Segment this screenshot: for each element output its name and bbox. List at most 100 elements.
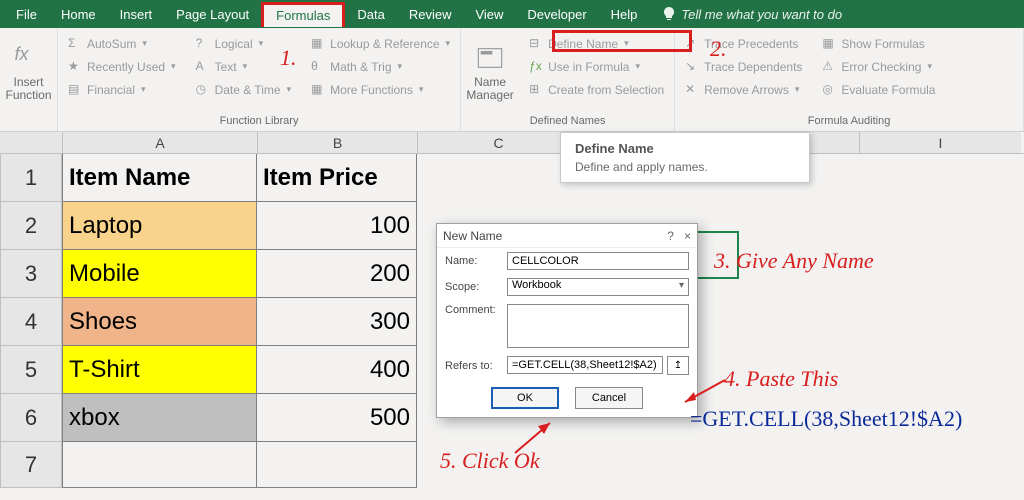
defined-names-label: Defined Names <box>461 113 674 131</box>
cell-B5[interactable]: 400 <box>257 346 417 394</box>
function-library-label: Function Library <box>58 113 460 131</box>
cell-A1[interactable]: Item Name <box>62 154 257 202</box>
define-name-button[interactable]: ⊟Define Name▾ <box>525 34 668 53</box>
cell-B7[interactable] <box>257 442 417 488</box>
cell-A7[interactable] <box>62 442 257 488</box>
col-I[interactable]: I <box>859 132 1021 153</box>
menu-help[interactable]: Help <box>599 3 650 26</box>
use-in-formula-button[interactable]: ƒxUse in Formula▾ <box>525 57 668 76</box>
autosum-button[interactable]: ΣAutoSum▾ <box>64 34 180 53</box>
dialog-title: New Name <box>443 229 502 243</box>
column-headers: A B C E I <box>0 132 1024 154</box>
col-A[interactable]: A <box>62 132 257 153</box>
row-header-7[interactable]: 7 <box>0 442 62 488</box>
lookup-icon: ▦ <box>311 36 326 51</box>
show-icon: ▦ <box>822 36 837 51</box>
create-selection-button[interactable]: ⊞Create from Selection <box>525 80 668 99</box>
menu-file[interactable]: File <box>4 3 49 26</box>
more-functions-button[interactable]: ▦More Functions▾ <box>307 80 454 99</box>
anno-4: 4. Paste This <box>724 366 838 392</box>
recently-used-button[interactable]: ★Recently Used▾ <box>64 57 180 76</box>
formula-icon: ƒx <box>529 59 544 74</box>
money-icon: ▤ <box>68 82 83 97</box>
ribbon: fx Insert Function ΣAutoSum▾ ★Recently U… <box>0 28 1024 132</box>
menu-data[interactable]: Data <box>345 3 396 26</box>
fx-icon: fx <box>15 44 43 72</box>
menu-developer[interactable]: Developer <box>515 3 598 26</box>
anno-5: 5. Click Ok <box>440 448 540 474</box>
text-icon: A <box>196 59 211 74</box>
trace-dependents-button[interactable]: ↘Trace Dependents <box>681 57 806 76</box>
cell-B4[interactable]: 300 <box>257 298 417 346</box>
row-header-3[interactable]: 3 <box>0 250 62 298</box>
row-header-5[interactable]: 5 <box>0 346 62 394</box>
menu-formulas[interactable]: Formulas <box>261 2 345 27</box>
new-name-dialog: New Name ? × Name: Scope: Workbook Comme… <box>436 223 698 418</box>
row-header-1[interactable]: 1 <box>0 154 62 202</box>
more-icon: ▦ <box>311 82 326 97</box>
cell-B3[interactable]: 200 <box>257 250 417 298</box>
math-button[interactable]: θMath & Trig▾ <box>307 57 454 76</box>
cancel-button[interactable]: Cancel <box>575 387 643 409</box>
scope-select[interactable]: Workbook <box>507 278 689 296</box>
col-C[interactable]: C <box>417 132 579 153</box>
dialog-close-button[interactable]: × <box>684 229 691 243</box>
row-header-4[interactable]: 4 <box>0 298 62 346</box>
name-label: Name: <box>445 255 501 267</box>
tooltip-desc: Define and apply names. <box>575 160 795 174</box>
anno-1: 1. <box>280 45 297 71</box>
create-icon: ⊞ <box>529 82 544 97</box>
menu-home[interactable]: Home <box>49 3 108 26</box>
col-B[interactable]: B <box>257 132 417 153</box>
show-formulas-button[interactable]: ▦Show Formulas <box>818 34 939 53</box>
anno-2: 2. <box>710 36 727 62</box>
tag-icon: ⊟ <box>529 36 544 51</box>
refersto-input[interactable] <box>507 356 663 374</box>
define-name-tooltip: Define Name Define and apply names. <box>560 132 810 183</box>
name-input[interactable] <box>507 252 689 270</box>
recent-icon: ★ <box>68 59 83 74</box>
math-icon: θ <box>311 59 326 74</box>
cell-A3[interactable]: Mobile <box>62 250 257 298</box>
bulb-icon <box>661 6 677 22</box>
logical-icon: ? <box>196 36 211 51</box>
formula-auditing-label: Formula Auditing <box>675 113 1023 131</box>
remove-arrows-button[interactable]: ✕Remove Arrows▾ <box>681 80 806 99</box>
cell-A6[interactable]: xbox <box>62 394 257 442</box>
comment-textarea[interactable] <box>507 304 689 348</box>
cell-B2[interactable]: 100 <box>257 202 417 250</box>
tell-me-label: Tell me what you want to do <box>681 7 842 22</box>
tooltip-title: Define Name <box>575 141 795 156</box>
lookup-button[interactable]: ▦Lookup & Reference▾ <box>307 34 454 53</box>
financial-button[interactable]: ▤Financial▾ <box>64 80 180 99</box>
menu-page-layout[interactable]: Page Layout <box>164 3 261 26</box>
error-checking-button[interactable]: ⚠Error Checking▾ <box>818 57 939 76</box>
formula-annotation: =GET.CELL(38,Sheet12!$A2) <box>690 406 962 432</box>
select-all-corner[interactable] <box>0 132 62 153</box>
clock-icon: ◷ <box>196 82 211 97</box>
trace-dep-icon: ↘ <box>685 59 700 74</box>
menu-review[interactable]: Review <box>397 3 464 26</box>
sigma-icon: Σ <box>68 36 83 51</box>
range-selector-button[interactable]: ↥ <box>667 356 689 375</box>
date-time-button[interactable]: ◷Date & Time▾ <box>192 80 296 99</box>
trace-precedents-button[interactable]: ↗Trace Precedents <box>681 34 806 53</box>
refersto-label: Refers to: <box>445 360 501 372</box>
row-header-6[interactable]: 6 <box>0 394 62 442</box>
anno-3: 3. Give Any Name <box>714 248 874 274</box>
name-manager-button[interactable]: Name Manager <box>461 28 519 113</box>
menu-view[interactable]: View <box>463 3 515 26</box>
cell-A2[interactable]: Laptop <box>62 202 257 250</box>
menu-insert[interactable]: Insert <box>108 3 165 26</box>
cell-A4[interactable]: Shoes <box>62 298 257 346</box>
cell-B1[interactable]: Item Price <box>257 154 417 202</box>
insert-function-button[interactable]: fx Insert Function <box>0 28 57 113</box>
row-header-2[interactable]: 2 <box>0 202 62 250</box>
cell-B6[interactable]: 500 <box>257 394 417 442</box>
ok-button[interactable]: OK <box>491 387 559 409</box>
dialog-help-button[interactable]: ? <box>667 229 674 243</box>
trace-prec-icon: ↗ <box>685 36 700 51</box>
tell-me[interactable]: Tell me what you want to do <box>649 2 854 26</box>
evaluate-formula-button[interactable]: ◎Evaluate Formula <box>818 80 939 99</box>
cell-A5[interactable]: T-Shirt <box>62 346 257 394</box>
